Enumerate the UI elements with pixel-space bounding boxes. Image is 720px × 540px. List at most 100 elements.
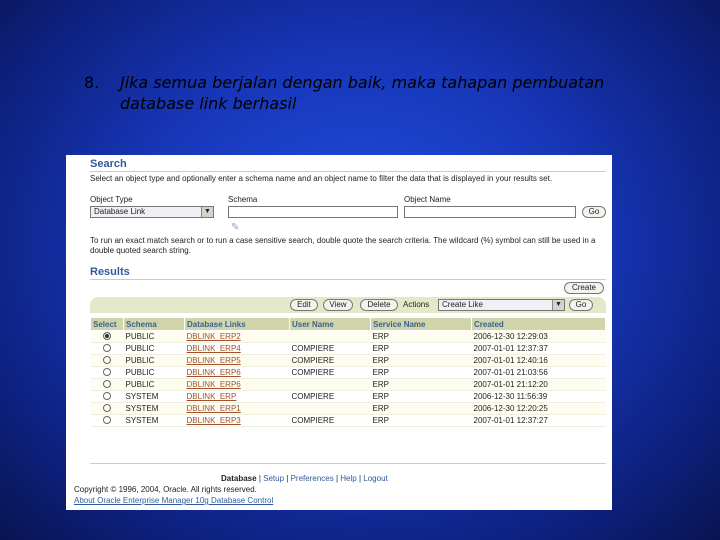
row-radio[interactable] [102,367,111,376]
divider [90,171,606,172]
table-row: SYSTEM DBLINK_ERP COMPIERE ERP 2006-12-3… [90,390,606,403]
chevron-down-icon: ▼ [201,207,213,217]
results-table: Select Schema Database Links User Name S… [90,317,606,427]
copyright-text: Copyright © 1996, 2004, Oracle. All righ… [74,485,257,494]
about-link[interactable]: About Oracle Enterprise Manager 10g Data… [74,496,273,505]
table-row: PUBLIC DBLINK_ERP2 ERP 2006-12-30 12:29:… [90,330,606,343]
schema-cell: SYSTEM [123,402,185,415]
schema-cell: PUBLIC [123,354,185,367]
footer-database-link[interactable]: Database [221,474,257,483]
column-header[interactable]: Database Links [184,317,290,331]
schema-cell: PUBLIC [123,378,185,391]
user-cell [289,378,371,391]
row-radio[interactable] [102,343,111,352]
database-link[interactable]: DBLINK_ERP3 [187,416,241,425]
row-radio[interactable] [102,403,111,412]
create-button[interactable]: Create [564,282,604,294]
step-number: 8. [84,73,100,92]
footer-links: Database | Setup | Preferences | Help | … [221,474,388,483]
search-heading: Search [90,158,127,170]
column-header[interactable]: Created [471,317,606,331]
user-cell: COMPIERE [289,414,371,427]
actions-select[interactable]: Create Like ▼ [438,299,565,311]
table-row: SYSTEM DBLINK_ERP1 ERP 2006-12-30 12:20:… [90,402,606,415]
schema-cell: PUBLIC [123,366,185,379]
object-type-value: Database Link [94,207,146,216]
step-description: Jika semua berjalan dengan baik, maka ta… [120,73,605,113]
column-header[interactable]: User Name [289,317,371,331]
schema-cell: SYSTEM [123,390,185,403]
database-link[interactable]: DBLINK_ERP1 [187,404,241,413]
created-cell: 2007-01-01 21:03:56 [471,366,606,379]
database-link[interactable]: DBLINK_ERP6 [187,368,241,377]
view-button[interactable]: View [323,299,353,311]
database-link[interactable]: DBLINK_ERP2 [187,332,241,341]
actions-label: Actions [403,300,430,309]
column-header[interactable]: Schema [123,317,185,331]
user-cell [289,330,371,343]
row-radio[interactable] [102,379,111,388]
row-radio[interactable] [102,331,111,340]
object-type-label: Object Type [90,195,133,204]
chevron-down-icon: ▼ [552,300,564,310]
database-link[interactable]: DBLINK_ERP4 [187,344,241,353]
actions-value: Create Like [442,300,483,309]
database-link[interactable]: DBLINK_ERP6 [187,380,241,389]
table-row: PUBLIC DBLINK_ERP6 COMPIERE ERP 2007-01-… [90,366,606,379]
footer-logout-link[interactable]: Logout [363,474,387,483]
divider [90,279,606,280]
user-cell: COMPIERE [289,354,371,367]
user-cell: COMPIERE [289,342,371,355]
row-radio[interactable] [102,415,111,424]
em-screenshot: Search Select an object type and optiona… [66,155,612,510]
service-cell: ERP [370,330,472,343]
row-radio[interactable] [102,355,111,364]
service-cell: ERP [370,402,472,415]
created-cell: 2007-01-01 12:37:37 [471,342,606,355]
table-row: PUBLIC DBLINK_ERP6 ERP 2007-01-01 21:12:… [90,378,606,391]
database-link[interactable]: DBLINK_ERP [187,392,237,401]
service-cell: ERP [370,366,472,379]
created-cell: 2007-01-01 12:37:27 [471,414,606,427]
table-row: SYSTEM DBLINK_ERP3 COMPIERE ERP 2007-01-… [90,414,606,427]
schema-cell: PUBLIC [123,330,185,343]
search-tip: To run an exact match search or to run a… [90,236,596,255]
service-cell: ERP [370,390,472,403]
tip-icon: ✎ [231,222,240,233]
schema-cell: PUBLIC [123,342,185,355]
column-header[interactable]: Service Name [370,317,472,331]
object-name-input[interactable] [404,206,576,218]
created-cell: 2006-12-30 12:29:03 [471,330,606,343]
search-go-button[interactable]: Go [582,206,606,218]
database-link[interactable]: DBLINK_ERP5 [187,356,241,365]
actions-go-button[interactable]: Go [569,299,593,311]
results-heading: Results [90,266,130,278]
schema-input[interactable] [228,206,398,218]
service-cell: ERP [370,342,472,355]
created-cell: 2006-12-30 12:20:25 [471,402,606,415]
created-cell: 2007-01-01 12:40:16 [471,354,606,367]
column-header: Select [90,317,124,331]
object-type-select[interactable]: Database Link ▼ [90,206,214,218]
row-radio[interactable] [102,391,111,400]
service-cell: ERP [370,414,472,427]
edit-button[interactable]: Edit [290,299,318,311]
user-cell: COMPIERE [289,366,371,379]
search-instructions: Select an object type and optionally ent… [90,174,553,183]
created-cell: 2007-01-01 21:12:20 [471,378,606,391]
service-cell: ERP [370,354,472,367]
service-cell: ERP [370,378,472,391]
object-name-label: Object Name [404,195,451,204]
schema-cell: SYSTEM [123,414,185,427]
table-row: PUBLIC DBLINK_ERP5 COMPIERE ERP 2007-01-… [90,354,606,367]
footer-setup-link[interactable]: Setup [263,474,284,483]
delete-button[interactable]: Delete [360,299,398,311]
schema-label: Schema [228,195,258,204]
table-row: PUBLIC DBLINK_ERP4 COMPIERE ERP 2007-01-… [90,342,606,355]
divider [90,463,606,464]
created-cell: 2006-12-30 11:56:39 [471,390,606,403]
footer-help-link[interactable]: Help [340,474,356,483]
user-cell [289,402,371,415]
user-cell: COMPIERE [289,390,371,403]
footer-preferences-link[interactable]: Preferences [291,474,334,483]
